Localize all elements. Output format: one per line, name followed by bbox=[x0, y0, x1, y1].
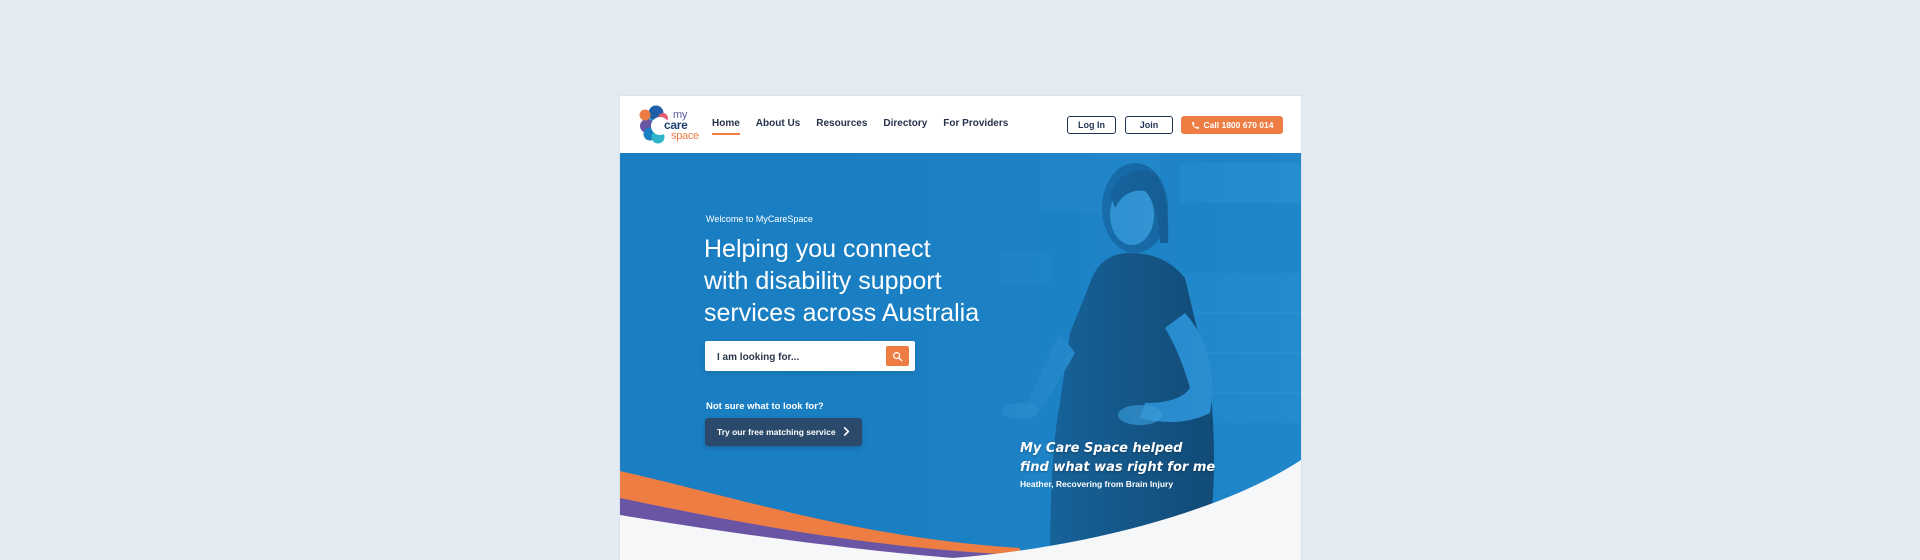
hero-section: Welcome to MyCareSpace Helping you conne… bbox=[620, 153, 1301, 560]
matching-service-button[interactable]: Try our free matching service bbox=[705, 418, 862, 446]
logo-word-space: space bbox=[671, 130, 699, 142]
matching-service-label: Try our free matching service bbox=[717, 427, 836, 437]
page-frame: my care space Home About Us Resources Di… bbox=[620, 96, 1301, 560]
hero-headline-line: with disability support bbox=[704, 267, 942, 295]
hero-headline: Helping you connect with disability supp… bbox=[704, 233, 1044, 329]
search-button[interactable] bbox=[886, 346, 909, 366]
not-sure-text: Not sure what to look for? bbox=[706, 401, 824, 412]
testimonial-quote: My Care Space helped find what was right… bbox=[1020, 439, 1250, 477]
phone-icon bbox=[1191, 121, 1199, 129]
login-button[interactable]: Log In bbox=[1067, 116, 1116, 134]
nav-resources[interactable]: Resources bbox=[816, 118, 867, 135]
nav-about-us[interactable]: About Us bbox=[756, 118, 800, 135]
testimonial-line: find what was right for me bbox=[1020, 460, 1216, 475]
search-input[interactable] bbox=[715, 341, 879, 373]
nav-directory[interactable]: Directory bbox=[883, 118, 927, 135]
join-button-label: Join bbox=[1139, 120, 1159, 130]
hero-eyebrow: Welcome to MyCareSpace bbox=[706, 214, 813, 224]
hero-headline-line: services across Australia bbox=[704, 299, 980, 327]
login-button-label: Log In bbox=[1078, 120, 1105, 130]
testimonial-attribution: Heather, Recovering from Brain Injury bbox=[1020, 479, 1174, 489]
call-button[interactable]: Call 1800 670 014 bbox=[1181, 116, 1283, 134]
hero-search-box bbox=[705, 341, 915, 373]
call-button-label: Call 1800 670 014 bbox=[1203, 120, 1274, 130]
site-logo[interactable]: my care space bbox=[638, 104, 699, 146]
testimonial-line: My Care Space helped bbox=[1020, 441, 1183, 456]
main-nav: Home About Us Resources Directory For Pr… bbox=[712, 118, 1008, 135]
nav-home[interactable]: Home bbox=[712, 118, 740, 135]
search-icon bbox=[893, 351, 903, 361]
hero-headline-line: Helping you connect bbox=[704, 235, 931, 263]
join-button[interactable]: Join bbox=[1125, 116, 1173, 134]
chevron-right-icon bbox=[843, 427, 850, 436]
site-header: my care space Home About Us Resources Di… bbox=[620, 96, 1301, 153]
nav-for-providers[interactable]: For Providers bbox=[943, 118, 1008, 135]
